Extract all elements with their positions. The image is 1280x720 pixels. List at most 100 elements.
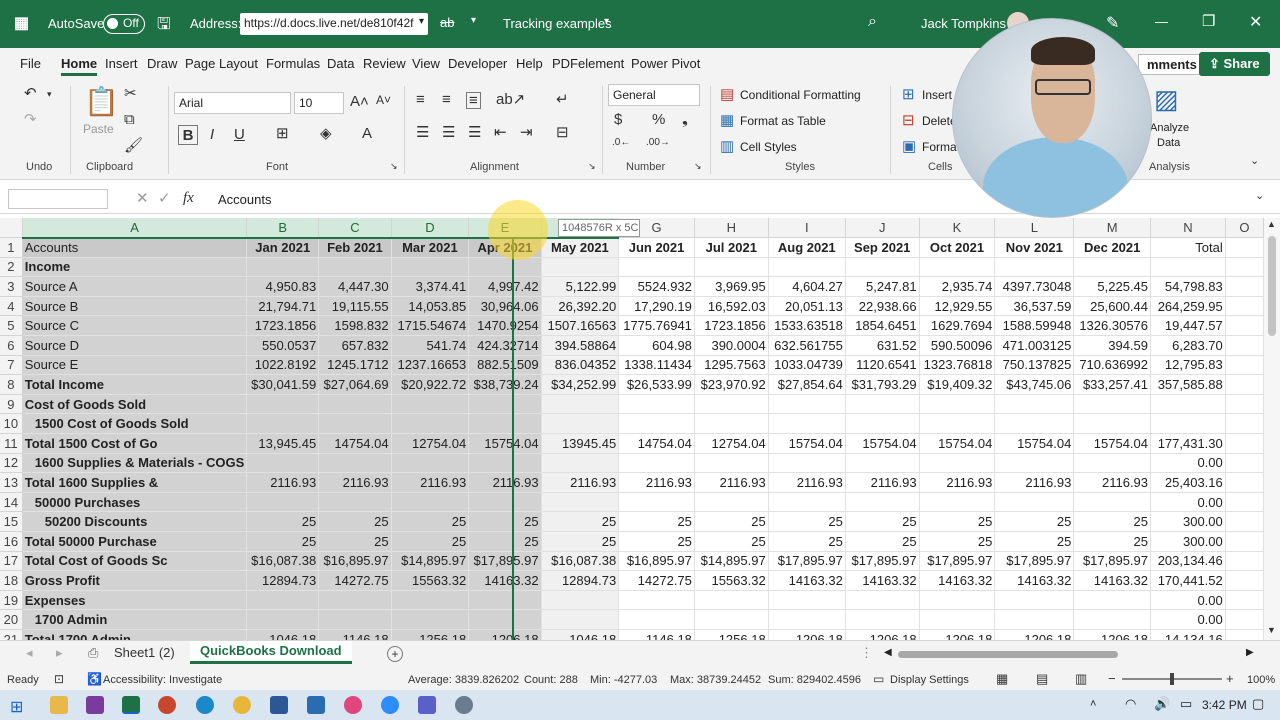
cell-o9[interactable]: [1225, 394, 1264, 415]
row-header[interactable]: 16: [0, 531, 23, 552]
scroll-tabs-left-icon[interactable]: ◂: [26, 645, 33, 661]
cell-g8[interactable]: $26,533.99: [618, 374, 695, 395]
maximize-icon[interactable]: ❐: [1202, 12, 1215, 30]
cell-l19[interactable]: [994, 590, 1075, 611]
enter-icon[interactable]: ✓: [158, 191, 171, 206]
scroll-down-icon[interactable]: ▼: [1267, 626, 1276, 635]
increase-font-icon[interactable]: A˄: [350, 94, 369, 109]
cell-e17[interactable]: $17,895.97: [468, 551, 542, 572]
cell-c18[interactable]: 14272.75: [318, 570, 392, 591]
cell-i16[interactable]: 25: [768, 531, 846, 552]
column-header-l[interactable]: L: [994, 218, 1075, 239]
menu-formulas[interactable]: Formulas: [266, 56, 320, 71]
cell-i15[interactable]: 25: [768, 511, 846, 532]
menu-page-layout[interactable]: Page Layout: [185, 56, 258, 71]
cell-k8[interactable]: $19,409.32: [919, 374, 996, 395]
cell-k19[interactable]: [919, 590, 996, 611]
outlook-icon[interactable]: [307, 696, 325, 714]
cell-f1[interactable]: May 2021: [541, 237, 620, 258]
cell-m13[interactable]: 2116.93: [1073, 472, 1152, 493]
cell-m3[interactable]: 5,225.45: [1073, 276, 1152, 297]
row-header[interactable]: 20: [0, 609, 23, 630]
menu-developer[interactable]: Developer: [448, 56, 507, 71]
cell-c9[interactable]: [318, 394, 392, 415]
cell-k4[interactable]: 12,929.55: [919, 296, 996, 317]
cell-k3[interactable]: 2,935.74: [919, 276, 996, 297]
cell-a3[interactable]: Source A: [22, 276, 248, 297]
cell-l5[interactable]: 1588.59948: [994, 315, 1075, 337]
cell-a14[interactable]: 50000 Purchases: [22, 492, 248, 513]
expand-formula-icon[interactable]: ⌄: [1255, 191, 1264, 202]
cell-i17[interactable]: $17,895.97: [768, 551, 846, 572]
zoom-level[interactable]: 100%: [1247, 674, 1275, 686]
undo-dropdown-icon[interactable]: ▾: [47, 90, 52, 99]
tab-sheet1-2[interactable]: Sheet1 (2): [114, 645, 175, 660]
cell-o7[interactable]: [1225, 355, 1264, 376]
cell-e21[interactable]: 1206.18: [468, 629, 542, 640]
cell-g4[interactable]: 17,290.19: [618, 296, 695, 317]
display-settings-button[interactable]: Display Settings: [890, 674, 969, 686]
comma-icon[interactable]: ❟: [682, 112, 688, 127]
analyze-data-label-2[interactable]: Data: [1157, 137, 1180, 149]
cell-f15[interactable]: 25: [541, 511, 620, 532]
row-header[interactable]: 7: [0, 355, 23, 376]
cell-b1[interactable]: Jan 2021: [246, 237, 320, 258]
cell-n3[interactable]: 54,798.83: [1150, 276, 1226, 297]
cell-g21[interactable]: 1146.18: [618, 629, 695, 640]
cell-o8[interactable]: [1225, 374, 1264, 395]
cell-h15[interactable]: 25: [694, 511, 769, 532]
doc-chevron-icon[interactable]: ▾: [604, 16, 609, 27]
cell-n17[interactable]: 203,134.46: [1150, 551, 1226, 572]
cell-a2[interactable]: Income: [22, 257, 248, 278]
align-middle-icon[interactable]: ≡: [442, 92, 451, 107]
powerpoint-icon[interactable]: [158, 696, 176, 714]
row-header[interactable]: 8: [0, 374, 23, 395]
formula-content[interactable]: Accounts: [218, 192, 271, 207]
row-header[interactable]: 11: [0, 433, 23, 454]
tab-quickbooks-download[interactable]: QuickBooks Download: [190, 641, 352, 664]
cell-g20[interactable]: [618, 609, 695, 630]
cell-c13[interactable]: 2116.93: [318, 472, 392, 493]
cell-h18[interactable]: 15563.32: [694, 570, 769, 591]
menu-data[interactable]: Data: [327, 56, 354, 71]
cell-e10[interactable]: [468, 413, 542, 435]
fill-color-icon[interactable]: ◈: [320, 126, 332, 141]
cell-b5[interactable]: 1723.1856: [246, 315, 320, 337]
cell-m11[interactable]: 15754.04: [1073, 433, 1152, 454]
volume-icon[interactable]: 🔊: [1154, 696, 1170, 714]
cell-a5[interactable]: Source C: [22, 315, 248, 337]
bold-icon[interactable]: B: [178, 125, 198, 145]
normal-view-icon[interactable]: ▦: [996, 671, 1008, 687]
cell-f3[interactable]: 5,122.99: [541, 276, 620, 297]
cell-n10[interactable]: [1150, 413, 1226, 435]
menu-power-pivot[interactable]: Power Pivot: [631, 56, 700, 71]
strikethrough-icon[interactable]: ab: [440, 15, 454, 30]
cell-n8[interactable]: 357,585.88: [1150, 374, 1226, 395]
cell-k20[interactable]: [919, 609, 996, 630]
horizontal-scrollbar[interactable]: ◀ ▶: [884, 647, 1254, 661]
font-launcher-icon[interactable]: ↘: [390, 162, 398, 171]
cell-g11[interactable]: 14754.04: [618, 433, 695, 454]
zoom-app-icon[interactable]: [381, 696, 399, 714]
cell-o14[interactable]: [1225, 492, 1264, 513]
cell-a15[interactable]: 50200 Discounts: [22, 511, 248, 532]
percent-icon[interactable]: %: [652, 112, 665, 127]
cell-g10[interactable]: [618, 413, 695, 435]
row-header[interactable]: 4: [0, 296, 23, 317]
decrease-decimal-icon[interactable]: .00→: [646, 138, 670, 148]
align-right-icon[interactable]: ☰: [468, 125, 481, 140]
cell-e12[interactable]: [468, 453, 542, 474]
name-box[interactable]: [8, 189, 108, 209]
cell-o2[interactable]: [1225, 257, 1264, 278]
cell-o19[interactable]: [1225, 590, 1264, 611]
cell-m4[interactable]: 25,600.44: [1073, 296, 1152, 317]
tabs-options-icon[interactable]: ⋮: [860, 645, 873, 661]
onenote-icon[interactable]: [86, 696, 104, 714]
cell-l2[interactable]: [994, 257, 1075, 278]
column-header-b[interactable]: B: [246, 218, 320, 239]
cell-c11[interactable]: 14754.04: [318, 433, 392, 454]
row-header[interactable]: 12: [0, 453, 23, 474]
increase-decimal-icon[interactable]: .0←: [612, 138, 630, 148]
user-name[interactable]: Jack Tompkins: [921, 16, 1006, 31]
cell-k2[interactable]: [919, 257, 996, 278]
